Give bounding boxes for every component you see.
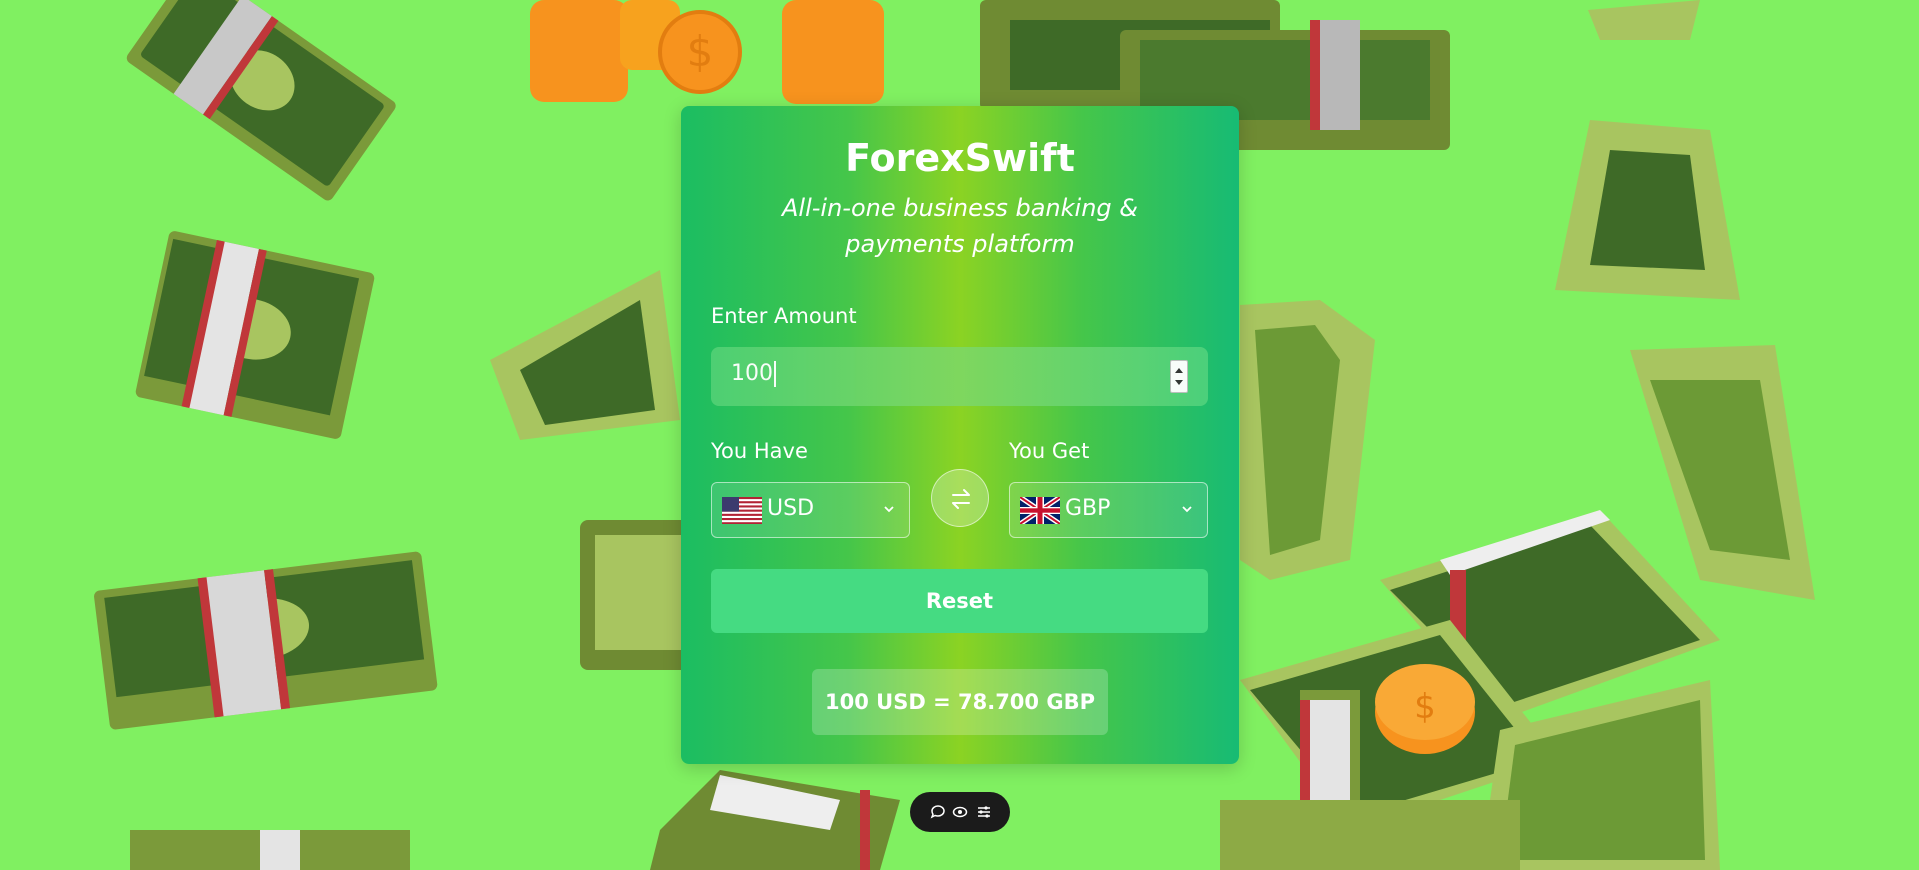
- comment-icon[interactable]: [930, 804, 946, 820]
- uk-flag-icon: [1020, 497, 1060, 524]
- from-currency-select[interactable]: USD: [711, 482, 910, 538]
- stepper-up-icon[interactable]: [1175, 368, 1183, 373]
- reset-button[interactable]: Reset: [711, 569, 1208, 633]
- cash-bundle-illustration: [94, 551, 438, 730]
- to-currency-select[interactable]: GBP: [1009, 482, 1208, 538]
- coin-stack-illustration: $: [530, 0, 884, 104]
- eye-icon[interactable]: [952, 804, 968, 820]
- to-currency-label: You Get: [1009, 439, 1090, 463]
- conversion-result: 100 USD = 78.700 GBP: [812, 669, 1108, 735]
- cash-bundle-illustration: [595, 535, 685, 650]
- app-subtitle: All-in-one business banking & payments p…: [782, 194, 1138, 258]
- amount-label: Enter Amount: [711, 304, 857, 328]
- svg-text:$: $: [687, 27, 714, 76]
- banknote-illustration: [1590, 150, 1705, 270]
- to-currency-code: GBP: [1065, 496, 1111, 521]
- settings-sliders-icon[interactable]: [976, 804, 992, 820]
- amount-input-value: 100: [731, 361, 776, 387]
- floating-toolbar: [910, 792, 1010, 832]
- from-currency-code: USD: [767, 496, 815, 521]
- app-title: ForexSwift: [845, 136, 1075, 180]
- text-caret: [774, 361, 776, 387]
- banknote-illustration: [1588, 0, 1700, 40]
- cash-bundle-illustration: [260, 830, 300, 870]
- chevron-down-icon: [1182, 506, 1192, 513]
- us-flag-icon: [722, 497, 762, 524]
- swap-currencies-button[interactable]: [931, 469, 989, 527]
- cash-bundle-illustration: [126, 0, 396, 201]
- chevron-down-icon: [884, 506, 894, 513]
- cash-bundle-illustration: [650, 770, 900, 870]
- from-currency-label: You Have: [711, 439, 808, 463]
- amount-input[interactable]: 100: [711, 347, 1208, 406]
- svg-text:$: $: [1414, 687, 1436, 727]
- coin-illustration: $: [1375, 664, 1475, 754]
- stepper-down-icon[interactable]: [1175, 380, 1183, 385]
- amount-stepper[interactable]: [1170, 360, 1188, 393]
- converter-card: ForexSwift All-in-one business banking &…: [681, 106, 1239, 764]
- swap-arrows-icon: [952, 489, 970, 509]
- cash-bundle-illustration: [135, 231, 375, 439]
